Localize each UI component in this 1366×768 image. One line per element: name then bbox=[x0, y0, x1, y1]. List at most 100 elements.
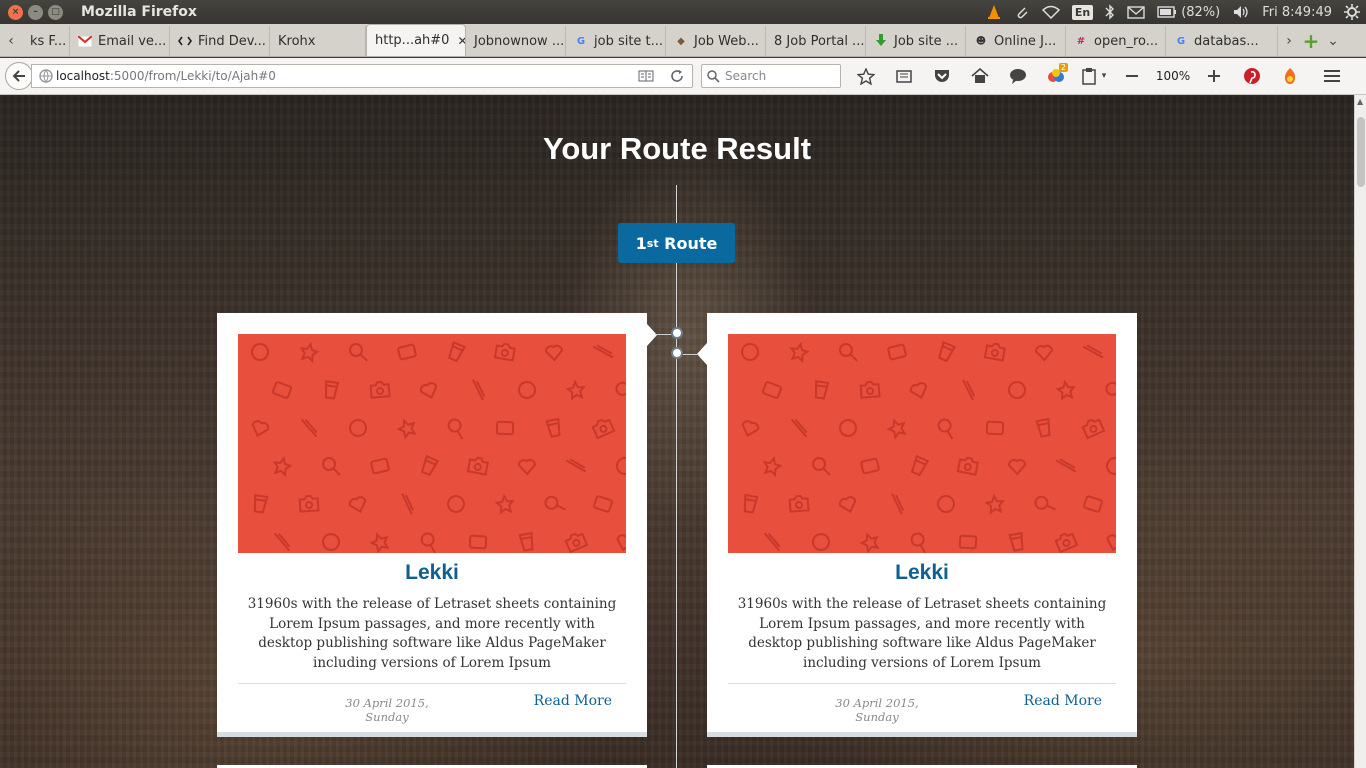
doodle-icon bbox=[937, 340, 957, 363]
doodle-icon bbox=[251, 343, 269, 361]
tab-list-chevron-icon[interactable]: ⌄ bbox=[1322, 26, 1344, 56]
route-label: Route bbox=[658, 233, 718, 253]
doodle-icon bbox=[272, 455, 293, 478]
doodle-icon bbox=[447, 418, 464, 440]
reload-icon[interactable] bbox=[670, 69, 684, 83]
navigation-toolbar: localhost:5000/from/Lekki/to/Ajah#0 Sear… bbox=[0, 58, 1366, 95]
pinterest-icon[interactable] bbox=[1233, 62, 1271, 90]
tab-active[interactable]: http...ah#0 ✕ bbox=[366, 24, 466, 56]
slack-icon: # bbox=[1076, 35, 1086, 47]
settings-gear-icon[interactable] bbox=[1344, 4, 1360, 20]
zoom-in-button[interactable] bbox=[1195, 62, 1233, 90]
pocket-icon[interactable] bbox=[923, 62, 961, 90]
doodle-icon bbox=[397, 343, 417, 361]
card-image bbox=[728, 334, 1116, 553]
gmail-icon bbox=[78, 34, 92, 48]
timeline-node bbox=[671, 327, 683, 339]
doodle-icon bbox=[593, 495, 613, 513]
zoom-out-button[interactable] bbox=[1113, 62, 1151, 90]
route-button[interactable]: 1st Route bbox=[618, 223, 735, 263]
doodle-icon bbox=[838, 343, 858, 362]
doodle-icon bbox=[348, 496, 367, 514]
paperclip-icon[interactable] bbox=[1014, 4, 1030, 20]
read-more-link[interactable]: Read More bbox=[1024, 693, 1102, 709]
reader-view-icon[interactable] bbox=[638, 70, 654, 82]
bookmark-star-icon[interactable] bbox=[847, 62, 885, 90]
doodle-icon bbox=[1007, 458, 1026, 476]
tab[interactable]: Job site ... bbox=[866, 26, 966, 56]
tab[interactable]: ◆ Job Web... bbox=[666, 26, 766, 56]
tab[interactable]: Jobnownow ... bbox=[466, 26, 566, 56]
doodle-icon bbox=[565, 458, 587, 473]
tab-scroll-left-icon[interactable]: ‹ bbox=[0, 26, 22, 56]
scrollbar-thumb[interactable] bbox=[1357, 117, 1365, 187]
tab[interactable]: ☻ Online J... bbox=[966, 26, 1066, 56]
tab[interactable]: Find Dev... bbox=[170, 26, 270, 56]
tab-label: databas... bbox=[1194, 33, 1259, 49]
clock[interactable]: Fri 8:49:49 bbox=[1262, 5, 1332, 20]
window-minimize-button[interactable]: – bbox=[28, 4, 43, 20]
tab[interactable]: G databas... bbox=[1166, 26, 1278, 56]
search-input[interactable]: Search bbox=[701, 64, 841, 88]
doodle-icon bbox=[984, 493, 1005, 515]
close-tab-icon[interactable]: ✕ bbox=[457, 34, 465, 48]
search-icon bbox=[707, 69, 720, 83]
back-button[interactable] bbox=[5, 62, 33, 90]
firebug-icon[interactable] bbox=[1271, 62, 1309, 90]
volume-icon[interactable] bbox=[1232, 5, 1250, 19]
mail-icon[interactable] bbox=[1127, 5, 1145, 19]
doodle-icon bbox=[838, 496, 857, 514]
hamburger-menu-icon[interactable] bbox=[1313, 62, 1351, 90]
doodle-icon bbox=[1034, 495, 1056, 511]
page-scrollbar[interactable]: ▲ bbox=[1354, 95, 1366, 768]
home-icon[interactable] bbox=[961, 62, 999, 90]
doodle-icon bbox=[298, 494, 320, 513]
clipboard-icon[interactable]: ▾ bbox=[1075, 62, 1113, 90]
card-divider bbox=[238, 683, 626, 684]
card-title[interactable]: Lekki bbox=[217, 561, 647, 585]
card-title[interactable]: Lekki bbox=[707, 561, 1137, 585]
window-close-button[interactable]: × bbox=[8, 4, 23, 20]
doodle-icon bbox=[1008, 531, 1024, 552]
tab-scroll-right-icon[interactable]: › bbox=[1278, 26, 1300, 56]
zoom-level[interactable]: 100% bbox=[1151, 62, 1195, 90]
scroll-up-arrow-icon[interactable]: ▲ bbox=[1357, 97, 1363, 106]
wifi-icon[interactable] bbox=[1041, 5, 1060, 19]
read-more-link[interactable]: Read More bbox=[534, 693, 612, 709]
tab[interactable]: ks F... bbox=[22, 26, 70, 56]
tab[interactable]: # open_ro... bbox=[1066, 26, 1166, 56]
doodle-icon bbox=[910, 532, 927, 553]
site-icon: ◆ bbox=[677, 35, 685, 47]
doodle-icon bbox=[370, 457, 390, 475]
tab-label: http...ah#0 bbox=[375, 33, 450, 48]
url-host: localhost bbox=[56, 69, 110, 83]
url-bar[interactable]: localhost:5000/from/Lekki/to/Ajah#0 bbox=[31, 64, 693, 88]
doodle-icon bbox=[741, 343, 759, 361]
route-ordinal-suffix: st bbox=[646, 236, 659, 250]
vlc-icon[interactable] bbox=[986, 4, 1002, 20]
tab[interactable]: Email ve... bbox=[70, 26, 170, 56]
card-image bbox=[238, 334, 626, 553]
tab[interactable]: 8 Job Portal ... bbox=[766, 26, 866, 56]
doodle-icon bbox=[324, 380, 340, 400]
tab[interactable]: G job site t... bbox=[566, 26, 666, 56]
new-tab-plus-icon[interactable]: + bbox=[1300, 26, 1322, 56]
route-card: Lekki 31960s with the release of Letrase… bbox=[217, 313, 647, 737]
window-maximize-button[interactable]: □ bbox=[48, 4, 63, 20]
tab[interactable]: Krohx bbox=[270, 26, 366, 56]
battery-indicator[interactable]: (82%) bbox=[1157, 5, 1220, 20]
connector-line bbox=[683, 354, 699, 355]
doodle-icon bbox=[860, 457, 880, 475]
bookmarks-menu-icon[interactable] bbox=[885, 62, 923, 90]
chat-icon[interactable] bbox=[999, 62, 1037, 90]
doodle-icon bbox=[419, 382, 438, 400]
doodle-icon bbox=[1035, 417, 1051, 438]
keyboard-language-indicator[interactable]: En bbox=[1071, 4, 1094, 20]
bluetooth-icon[interactable] bbox=[1105, 4, 1115, 20]
extension-icon[interactable]: 2 bbox=[1037, 62, 1075, 90]
doodle-icon bbox=[518, 531, 534, 552]
site-info-icon[interactable] bbox=[36, 69, 56, 83]
doodle-icon bbox=[495, 420, 515, 436]
doodle-icon bbox=[468, 534, 488, 550]
doodle-icon bbox=[369, 532, 390, 553]
